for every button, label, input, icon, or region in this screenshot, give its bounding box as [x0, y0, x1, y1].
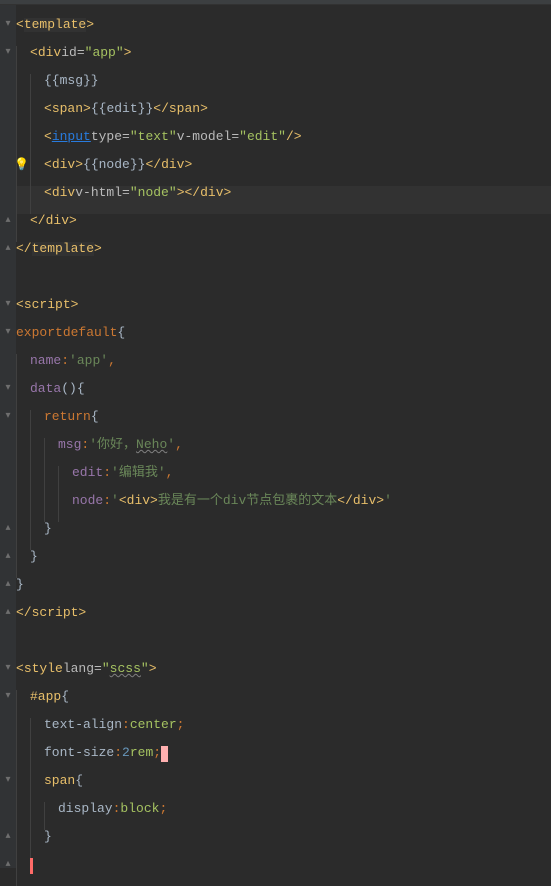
code-line[interactable]: text-align: center;	[16, 718, 551, 746]
fold-icon[interactable]	[0, 18, 16, 46]
lightbulb-icon[interactable]: 💡	[14, 158, 29, 172]
fold-icon[interactable]	[0, 662, 16, 690]
code-line[interactable]: node:'<div>我是有一个div节点包裹的文本</div>'	[16, 494, 551, 522]
fold-icon[interactable]	[0, 382, 16, 410]
code-line[interactable]: 💡<div>{{node}}</div>	[16, 158, 551, 186]
fold-icon[interactable]	[0, 858, 16, 886]
code-line[interactable]: </template>	[16, 242, 551, 270]
code-content[interactable]: <template> <div id="app"> {{msg}} <span>…	[16, 5, 551, 868]
code-line[interactable]: <div id="app">	[16, 46, 551, 74]
code-editor[interactable]: <template> <div id="app"> {{msg}} <span>…	[0, 5, 551, 868]
fold-line	[0, 802, 16, 830]
fold-icon[interactable]	[0, 214, 16, 242]
fold-icon[interactable]	[0, 326, 16, 354]
fold-line	[0, 74, 16, 102]
fold-line	[0, 746, 16, 774]
fold-line	[0, 718, 16, 746]
fold-icon[interactable]	[0, 298, 16, 326]
code-line[interactable]: edit:'编辑我',	[16, 466, 551, 494]
fold-line	[0, 438, 16, 466]
code-line[interactable]: }	[16, 830, 551, 858]
blank-line[interactable]	[16, 270, 551, 298]
cursor	[161, 746, 168, 762]
code-line[interactable]: display: block;	[16, 802, 551, 830]
code-line[interactable]: export default {	[16, 326, 551, 354]
code-line[interactable]: }	[16, 578, 551, 606]
fold-icon[interactable]	[0, 242, 16, 270]
code-line[interactable]: <span>{{edit}}</span>	[16, 102, 551, 130]
fold-line	[0, 102, 16, 130]
fold-icon[interactable]	[0, 578, 16, 606]
code-line[interactable]: <div v-html="node"></div>	[16, 186, 551, 214]
fold-icon[interactable]	[0, 774, 16, 802]
fold-line	[0, 186, 16, 214]
code-line[interactable]: </div>	[16, 214, 551, 242]
code-line[interactable]: span{	[16, 774, 551, 802]
fold-icon[interactable]	[0, 410, 16, 438]
gutter[interactable]	[0, 5, 16, 868]
code-line[interactable]: #app{	[16, 690, 551, 718]
fold-icon[interactable]	[0, 606, 16, 634]
fold-icon[interactable]	[0, 550, 16, 578]
code-line[interactable]: <input type="text" v-model="edit"/>	[16, 130, 551, 158]
code-line[interactable]: msg: '你好，Neho',	[16, 438, 551, 466]
fold-line	[0, 494, 16, 522]
code-line[interactable]: {{msg}}	[16, 74, 551, 102]
code-line[interactable]: return {	[16, 410, 551, 438]
code-line[interactable]: }	[16, 522, 551, 550]
fold-line	[0, 466, 16, 494]
code-line[interactable]	[16, 858, 551, 886]
code-line[interactable]: }	[16, 550, 551, 578]
fold-line	[0, 270, 16, 298]
fold-icon[interactable]	[0, 46, 16, 74]
fold-line	[0, 130, 16, 158]
error-marker	[30, 858, 33, 874]
code-line[interactable]: font-size: 2rem;	[16, 746, 551, 774]
code-line[interactable]: <style lang="scss">	[16, 662, 551, 690]
fold-icon[interactable]	[0, 830, 16, 858]
code-line[interactable]: </script>	[16, 606, 551, 634]
code-line[interactable]: data () {	[16, 382, 551, 410]
code-line[interactable]: name: 'app',	[16, 354, 551, 382]
fold-icon[interactable]	[0, 522, 16, 550]
code-line[interactable]: <template>	[16, 18, 551, 46]
fold-icon[interactable]	[0, 690, 16, 718]
fold-line	[0, 634, 16, 662]
fold-line	[0, 354, 16, 382]
blank-line[interactable]	[16, 634, 551, 662]
code-line[interactable]: <script>	[16, 298, 551, 326]
